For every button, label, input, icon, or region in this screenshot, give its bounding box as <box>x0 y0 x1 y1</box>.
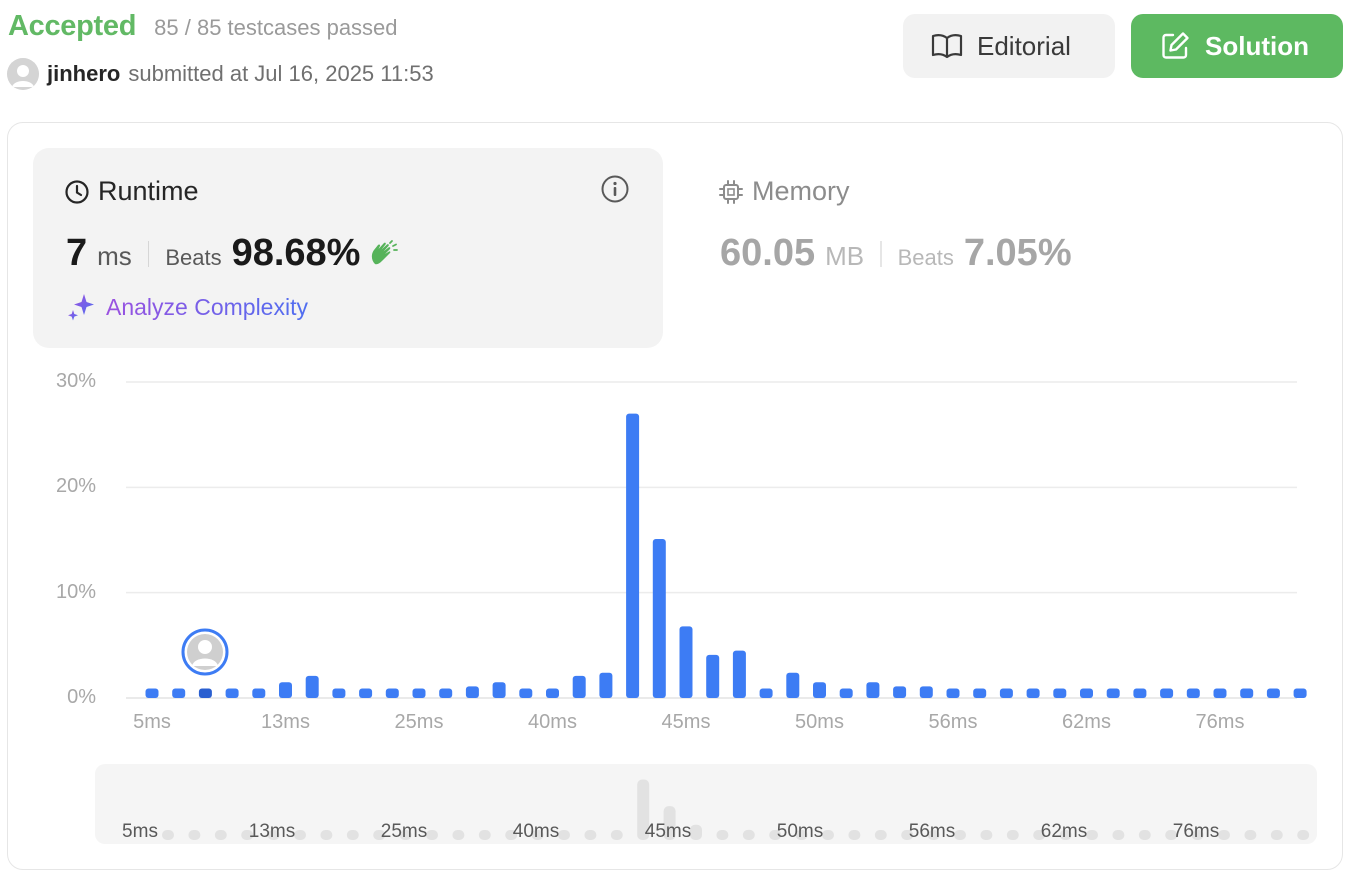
brush-bars <box>162 779 1310 840</box>
brush-bar <box>1244 830 1257 840</box>
brush-bar <box>478 830 491 840</box>
brush-tick-label: 76ms <box>1172 821 1220 842</box>
brush-bar <box>1138 830 1151 840</box>
brush-tick-label: 13ms <box>248 821 296 842</box>
brush-bar <box>610 830 623 840</box>
brush-bar <box>742 829 755 840</box>
brush-bar <box>980 830 993 840</box>
brush-bar <box>1297 830 1310 840</box>
brush-bar <box>1270 830 1283 840</box>
brush-tick-label: 5ms <box>122 821 158 842</box>
brush-tick-label: 45ms <box>644 821 692 842</box>
brush-bar <box>848 830 861 840</box>
brush-tick-label: 62ms <box>1040 821 1088 842</box>
brush-bar <box>188 830 201 840</box>
brush-bar <box>584 830 597 840</box>
brush-bar <box>716 830 729 840</box>
brush-bar <box>320 830 333 840</box>
brush-tick-label: 56ms <box>908 821 956 842</box>
brush-bar <box>346 830 359 840</box>
brush-bar <box>874 830 887 840</box>
brush-bar <box>1006 830 1019 840</box>
brush-tick-label: 25ms <box>380 821 428 842</box>
brush-bar <box>1112 830 1125 840</box>
brush-bar <box>452 830 465 840</box>
brush-tick-label: 40ms <box>512 821 560 842</box>
brush-tick-label: 50ms <box>776 821 824 842</box>
brush-bar <box>214 830 227 840</box>
